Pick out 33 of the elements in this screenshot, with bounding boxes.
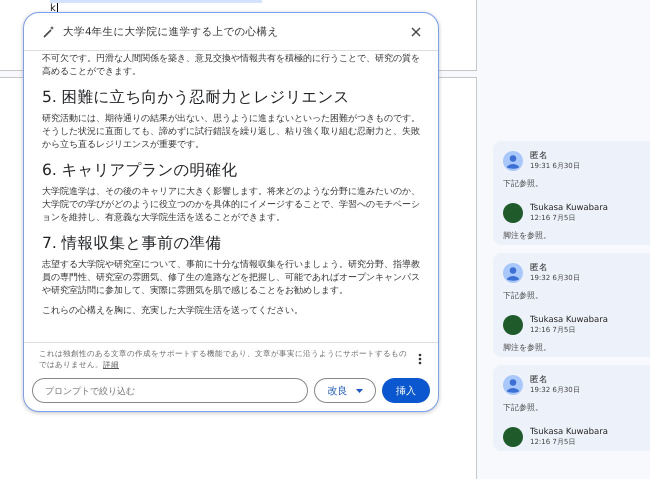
avatar-photo-placeholder [503, 203, 523, 223]
person-avatar-icon [503, 151, 523, 171]
section-heading: 5. 困難に立ち向かう忍耐力とレジリエンス [42, 88, 351, 107]
comment-text: 脚注を参照。 [503, 231, 552, 241]
prompt-field[interactable]: プロンプトで絞り込む [32, 378, 308, 403]
paragraph: 研究活動には、期待通りの結果が出ない、思うように進まないといった困難がつきものです。そうした状況に直面しても、諦めずに試行錯誤を繰り返し、粘り強く取り組む忍耐力と、失敗から立ち直るレジリエンスが重要です。 [42, 113, 420, 152]
paragraph: 大学院進学は、その後のキャリアに大きく影響します。将来どのような分野に進みたいのか、大学院での学びがどのように役立つのかを具体的にイメージすることで、学習へのモチベーションを維持し、有意義な大学院生活を送ることができます。 [42, 186, 420, 225]
pen-sparkle-icon [42, 24, 56, 38]
comment-author: 匿名 [530, 151, 549, 162]
comment-text: 下記参照。 [503, 179, 544, 189]
comment-author: 匿名 [530, 263, 549, 274]
refine-dropdown-button[interactable]: 改良 [314, 378, 376, 403]
section-heading: 6. キャリアプランの明確化 [42, 161, 239, 180]
insert-button[interactable]: 挿入 [382, 378, 430, 403]
comment-author: Tsukasa Kuwabara [530, 427, 608, 438]
close-icon [411, 26, 421, 36]
comment-author: 匿名 [530, 375, 549, 386]
person-avatar-icon [503, 375, 523, 395]
caret-icon [356, 388, 362, 392]
more-icon [418, 353, 422, 365]
section-heading: 7. 情報収集と事前の準備 [42, 234, 223, 253]
person-avatar-icon [503, 263, 523, 283]
avatar-photo-placeholder [503, 427, 523, 447]
avatar-photo-placeholder [503, 315, 523, 335]
comment-text: 脚注を参照。 [503, 343, 552, 353]
dialog-title: 大学4年生に大学院に進学する上での心構え [63, 24, 280, 38]
paragraph: これらの心構えを胸に、充実した大学院生活を送ってください。 [42, 305, 304, 318]
comment-author: Tsukasa Kuwabara [530, 203, 608, 214]
comment-text: 下記参照。 [503, 291, 544, 301]
comment-text: 下記参照。 [503, 403, 544, 413]
comment-author: Tsukasa Kuwabara [530, 315, 608, 326]
paragraph: 志望する大学院や研究室について、事前に十分な情報収集を行いましょう。研究分野、指導教員の専門性、研究室の雰囲気、修了生の進路などを把握し、可能であればオープンキャンパスや研究室訪問に参加して、実際に雰囲気を肌で感じることをお勧めします。 [42, 259, 420, 298]
paragraph: 不可欠です。円滑な人間関係を築き、意見交換や情報共有を積極的に行うことで、研究の質を高めることができます。 [42, 53, 420, 79]
